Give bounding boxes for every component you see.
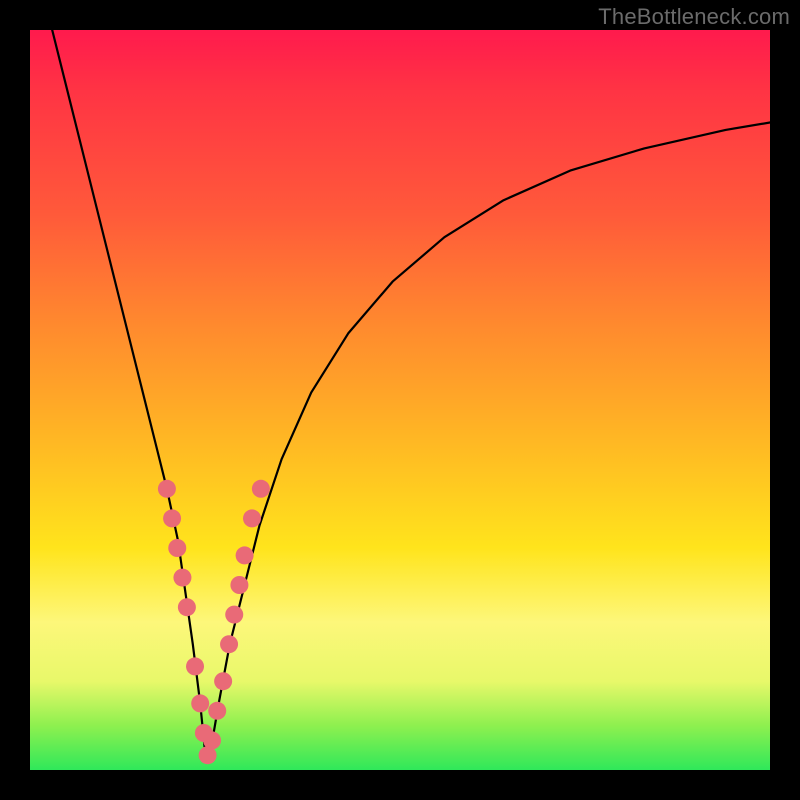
chart-svg (30, 30, 770, 770)
curve-marker (158, 480, 176, 498)
curve-marker (225, 606, 243, 624)
watermark-text: TheBottleneck.com (598, 4, 790, 30)
curve-marker (243, 509, 261, 527)
chart-plot-area (30, 30, 770, 770)
curve-marker (163, 509, 181, 527)
curve-marker (220, 635, 238, 653)
curve-marker (203, 731, 221, 749)
curve-markers (158, 480, 270, 764)
curve-marker (173, 569, 191, 587)
curve-marker (208, 702, 226, 720)
chart-frame: TheBottleneck.com (0, 0, 800, 800)
curve-marker (186, 657, 204, 675)
curve-marker (214, 672, 232, 690)
bottleneck-curve-path (52, 30, 770, 755)
bottleneck-curve (52, 30, 770, 755)
curve-marker (178, 598, 196, 616)
curve-marker (168, 539, 186, 557)
curve-marker (191, 694, 209, 712)
curve-marker (252, 480, 270, 498)
curve-marker (230, 576, 248, 594)
curve-marker (236, 546, 254, 564)
